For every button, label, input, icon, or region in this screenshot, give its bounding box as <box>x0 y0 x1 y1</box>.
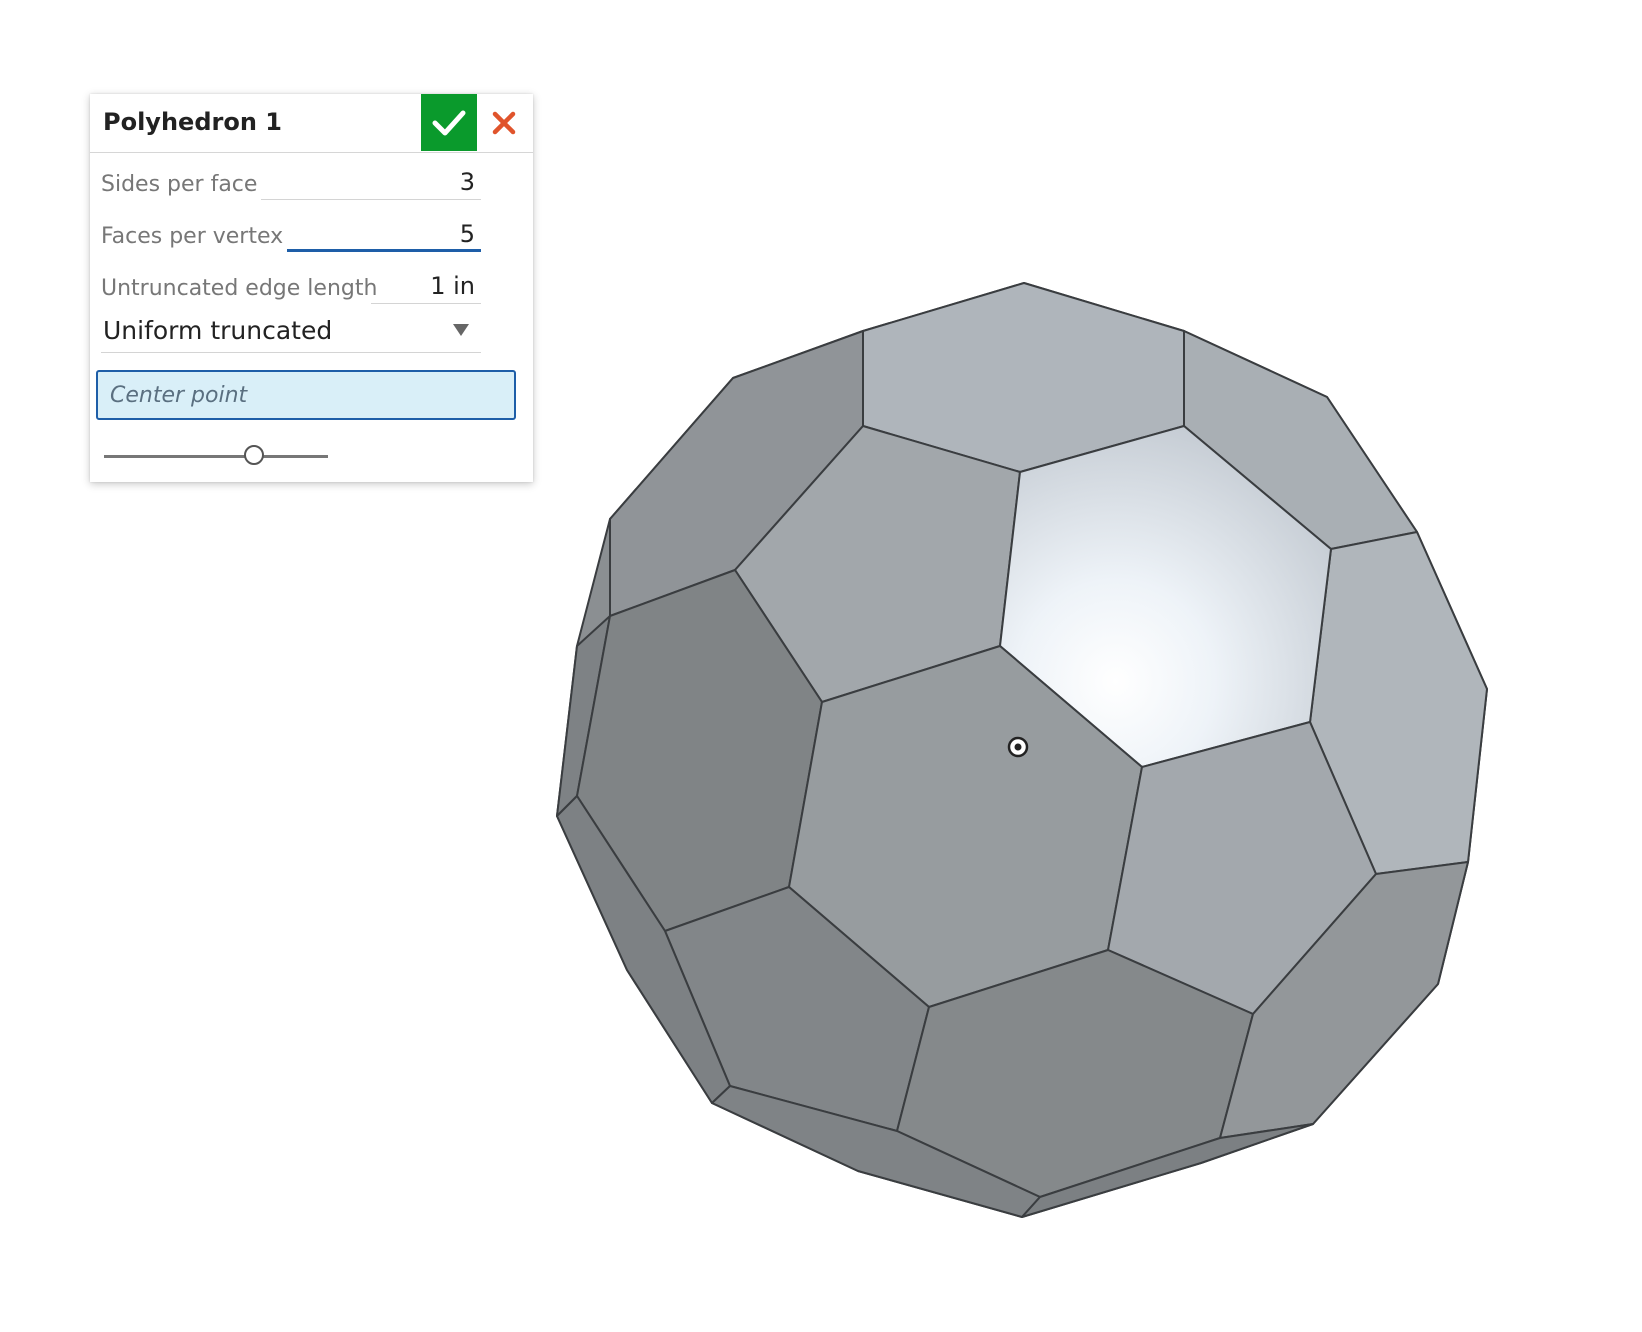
faces-per-vertex-row: Faces per vertex 5 <box>101 216 481 256</box>
truncation-selected: Uniform truncated <box>103 316 333 345</box>
center-point-query[interactable]: Center point <box>96 370 516 420</box>
sides-per-face-label: Sides per face <box>101 172 258 197</box>
edge-length-label: Untruncated edge length <box>101 276 378 301</box>
sides-per-face-input[interactable]: 3 <box>261 164 481 200</box>
close-icon <box>492 111 516 135</box>
polyhedron-dialog: Polyhedron 1 Sides per face 3 Faces per … <box>90 94 533 482</box>
cancel-button[interactable] <box>483 102 525 144</box>
faces-per-vertex-label: Faces per vertex <box>101 224 284 249</box>
dialog-header: Polyhedron 1 <box>90 94 533 153</box>
sides-per-face-row: Sides per face 3 <box>101 164 481 204</box>
preview-slider[interactable] <box>104 444 328 468</box>
faces-per-vertex-input[interactable]: 5 <box>287 216 481 252</box>
edge-length-input[interactable]: 1 in <box>371 268 481 304</box>
ok-button[interactable] <box>421 94 477 151</box>
slider-thumb[interactable] <box>244 445 265 465</box>
truncation-dropdown[interactable]: Uniform truncated <box>101 310 481 353</box>
caret-down-icon <box>453 324 469 336</box>
center-point-placeholder: Center point <box>110 383 248 408</box>
origin-point-icon[interactable] <box>1007 736 1029 758</box>
dialog-title: Polyhedron 1 <box>103 108 282 136</box>
checkmark-icon <box>432 110 466 136</box>
edge-length-row: Untruncated edge length 1 in <box>101 268 481 308</box>
slider-track <box>104 455 328 458</box>
